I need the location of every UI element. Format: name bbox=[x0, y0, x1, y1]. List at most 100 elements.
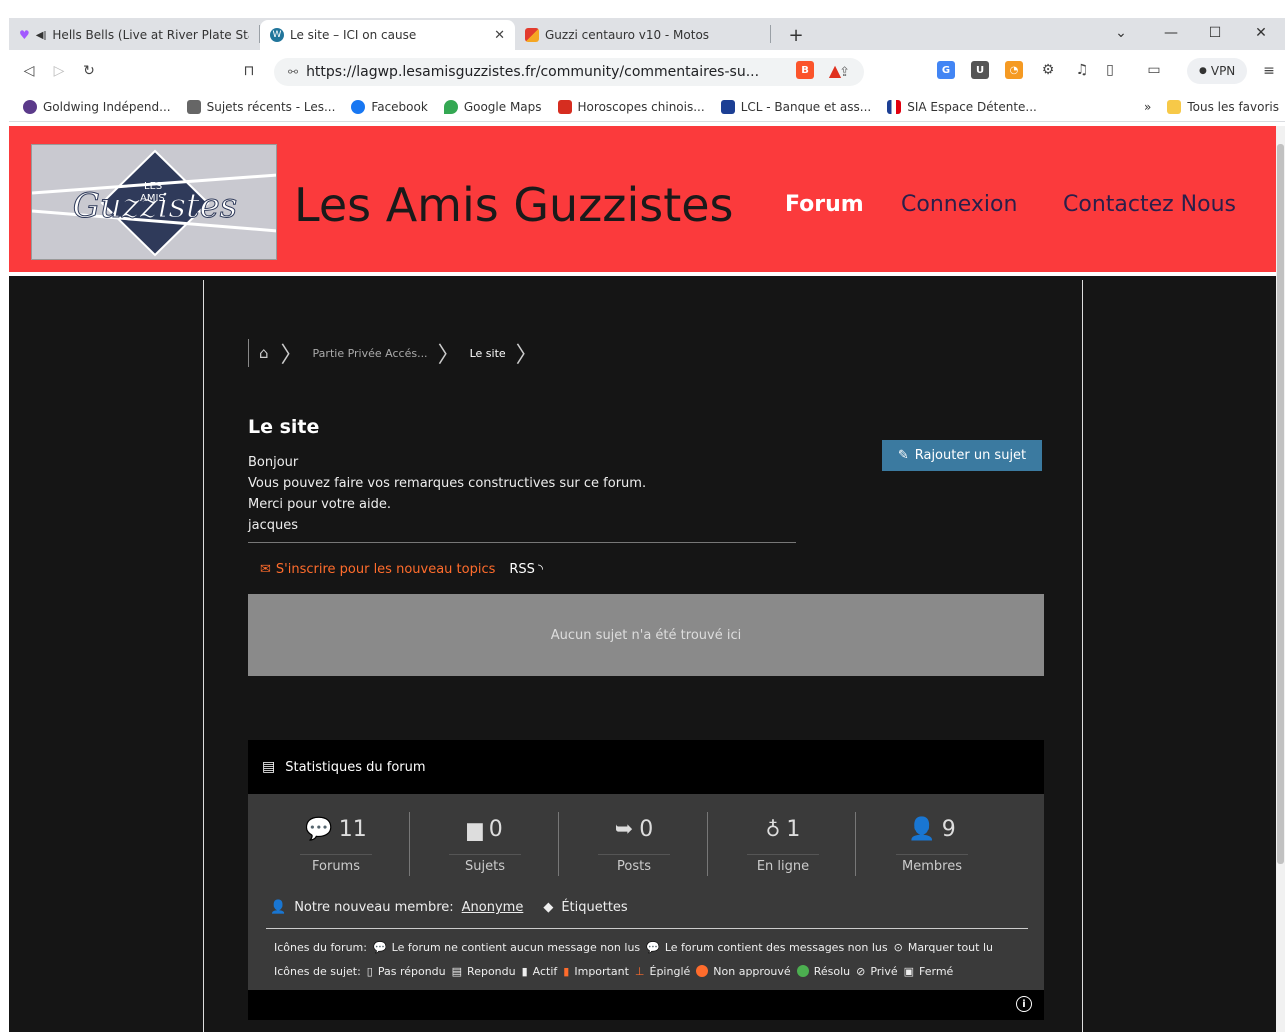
brave-shield-icon[interactable]: B bbox=[796, 61, 814, 79]
bookmarks-bar: Goldwing Indépend... Sujets récents - Le… bbox=[9, 92, 1285, 122]
stat-divider bbox=[855, 812, 856, 876]
bookmark-google-maps[interactable]: Google Maps bbox=[436, 99, 550, 114]
subscribe-label: S'inscrire pour les nouveau topics bbox=[275, 562, 496, 577]
minimize-icon[interactable]: — bbox=[1149, 18, 1193, 48]
legend-text: Pas répondu bbox=[377, 964, 446, 978]
rss-link[interactable]: RSS ◝ bbox=[509, 562, 543, 577]
mark-all-read-link[interactable]: ⊙ Marquer tout lu bbox=[894, 941, 993, 954]
nav-connexion[interactable]: Connexion bbox=[901, 192, 1017, 217]
legend-text: Le forum contient des messages non lus bbox=[664, 940, 888, 954]
file-lines-icon: ▤ bbox=[451, 964, 463, 978]
close-window-icon[interactable]: ✕ bbox=[1239, 18, 1283, 48]
brave-rewards-icon[interactable]: ▲ bbox=[826, 61, 844, 80]
legend-text: Repondu bbox=[467, 964, 516, 978]
forum-content: ⌂ 〉 Partie Privée Accés... 〉 Le site 〉 L… bbox=[203, 280, 1083, 1032]
vpn-button[interactable]: ● VPN bbox=[1187, 58, 1248, 84]
legend-text: Actif bbox=[532, 964, 558, 978]
tags-link[interactable]: Étiquettes bbox=[561, 900, 627, 915]
bookmark-facebook[interactable]: Facebook bbox=[343, 99, 435, 114]
description-line: Merci pour votre aide. bbox=[248, 497, 391, 512]
add-topic-button[interactable]: ✎ Rajouter un sujet bbox=[882, 440, 1042, 471]
new-tab-button[interactable]: + bbox=[781, 20, 811, 50]
stat-value: 1 bbox=[786, 816, 801, 842]
horoscope-icon bbox=[557, 99, 572, 114]
nav-contactez-nous[interactable]: Contactez Nous bbox=[1063, 192, 1236, 217]
stat-divider bbox=[558, 812, 559, 876]
tab-hells-bells[interactable]: ♥ ◀ǀ Hells Bells (Live at River Plate St… bbox=[9, 20, 259, 50]
music-icon[interactable]: ♫ bbox=[1073, 61, 1091, 79]
legend-text: Privé bbox=[870, 964, 898, 978]
tab-guzzi[interactable]: Guzzi centauro v10 - Motos bbox=[515, 20, 770, 50]
tab-separator bbox=[770, 25, 771, 43]
more-icon: » bbox=[1144, 99, 1152, 114]
breadcrumb-divider bbox=[248, 339, 249, 367]
tab-le-site[interactable]: W Le site – ICI on cause ✕ bbox=[260, 20, 515, 50]
bookmark-icon[interactable]: ⊓ bbox=[235, 57, 263, 85]
folder-icon bbox=[1167, 99, 1182, 114]
nav-forum[interactable]: Forum bbox=[785, 192, 864, 217]
sidebar-icon[interactable]: ▯ bbox=[1101, 61, 1119, 79]
url-field[interactable]: ⚯ https://lagwp.lesamisguzzistes.fr/comm… bbox=[274, 58, 864, 86]
site-title[interactable]: Les Amis Guzzistes bbox=[294, 178, 734, 232]
chevron-right-icon: 〉 bbox=[437, 343, 460, 368]
legend-item: 💬 Le forum contient des messages non lus bbox=[646, 941, 887, 954]
bookmark-lcl[interactable]: LCL - Banque et ass... bbox=[713, 99, 880, 114]
new-member-row: 👤 Notre nouveau membre: Anonyme ◆ Étique… bbox=[270, 900, 628, 915]
bookmark-sia[interactable]: SIA Espace Détente... bbox=[879, 99, 1045, 114]
info-icon[interactable]: i bbox=[1016, 996, 1032, 1012]
comments-icon: 💬 bbox=[305, 816, 333, 842]
forward-icon[interactable]: ▷ bbox=[45, 57, 73, 85]
legend-text: Non approuvé bbox=[713, 964, 791, 978]
stat-label: Sujets bbox=[449, 854, 521, 874]
page-scrollbar[interactable] bbox=[1276, 126, 1285, 1032]
motos-favicon-icon bbox=[525, 28, 539, 42]
stat-divider bbox=[707, 812, 708, 876]
all-bookmarks-folder[interactable]: Tous les favoris bbox=[1159, 99, 1285, 114]
tab-label: Le site – ICI on cause bbox=[290, 28, 417, 42]
menu-icon[interactable]: ≡ bbox=[1255, 57, 1283, 85]
legend-item: ▯ Pas répondu bbox=[367, 965, 446, 978]
site-header: Guzzistes LES AMIS Les Amis Guzzistes Fo… bbox=[9, 126, 1276, 276]
bookmark-goldwing[interactable]: Goldwing Indépend... bbox=[9, 99, 179, 114]
heart-icon: ♥ bbox=[19, 28, 30, 42]
speaker-icon[interactable]: ◀ǀ bbox=[36, 30, 47, 41]
forum-description: Bonjour Vous pouvez faire vos remarques … bbox=[248, 452, 796, 543]
svg-text:LES: LES bbox=[144, 181, 162, 192]
translate-extension-icon[interactable]: G bbox=[937, 61, 955, 79]
forum-statistics: ▤ Statistiques du forum 💬 11 Forums ▆ 0 Su… bbox=[248, 740, 1044, 1020]
bookmark-label: SIA Espace Détente... bbox=[907, 99, 1037, 114]
tab-label: Hells Bells (Live at River Plate Stad bbox=[52, 28, 249, 42]
breadcrumb-item-partie-privee[interactable]: Partie Privée Accés... bbox=[313, 347, 428, 360]
site-info-icon[interactable]: ⚯ bbox=[288, 65, 298, 79]
site-logo[interactable]: Guzzistes LES AMIS bbox=[31, 144, 277, 260]
reload-icon[interactable]: ↻ bbox=[75, 57, 103, 85]
legend-item: ▮ Actif bbox=[522, 965, 558, 978]
rss-extension-icon[interactable]: ◔ bbox=[1005, 61, 1023, 79]
legend-text: Important bbox=[574, 964, 629, 978]
home-icon[interactable]: ⌂ bbox=[259, 344, 269, 362]
bookmark-horoscopes[interactable]: Horoscopes chinois... bbox=[550, 99, 713, 114]
bookmarks-more-button[interactable]: » bbox=[1136, 100, 1159, 114]
comments-read-icon: 💬 bbox=[372, 940, 387, 954]
web-page: Guzzistes LES AMIS Les Amis Guzzistes Fo… bbox=[9, 126, 1276, 1032]
description-line: jacques bbox=[248, 518, 298, 533]
check-solid-icon bbox=[796, 965, 809, 977]
extensions-icon[interactable]: ⚙ bbox=[1039, 61, 1057, 79]
breadcrumb-item-le-site[interactable]: Le site bbox=[470, 347, 506, 360]
wallet-icon[interactable]: ▭ bbox=[1145, 61, 1163, 79]
stat-label: Membres bbox=[896, 854, 968, 874]
maximize-icon[interactable]: ☐ bbox=[1193, 18, 1237, 48]
tab-search-icon[interactable]: ⌄ bbox=[1099, 18, 1143, 48]
subscribe-link[interactable]: ✉ S'inscrire pour les nouveau topics bbox=[260, 562, 495, 577]
stat-membres: 👤 9 Membres bbox=[858, 814, 1006, 878]
chevron-right-icon: 〉 bbox=[280, 343, 303, 368]
bookmark-sujets[interactable]: Sujets récents - Les... bbox=[179, 99, 344, 114]
address-toolbar: ◁ ▷ ↻ ⊓ ⚯ https://lagwp.lesamisguzzistes… bbox=[9, 50, 1285, 92]
scrollbar-thumb[interactable] bbox=[1277, 144, 1284, 864]
close-tab-icon[interactable]: ✕ bbox=[494, 28, 505, 43]
back-icon[interactable]: ◁ bbox=[15, 57, 43, 85]
bookmark-label: Goldwing Indépend... bbox=[43, 99, 171, 114]
new-member-link[interactable]: Anonyme bbox=[462, 900, 524, 915]
ublock-extension-icon[interactable]: U bbox=[971, 61, 989, 79]
stat-value: 9 bbox=[941, 816, 956, 842]
